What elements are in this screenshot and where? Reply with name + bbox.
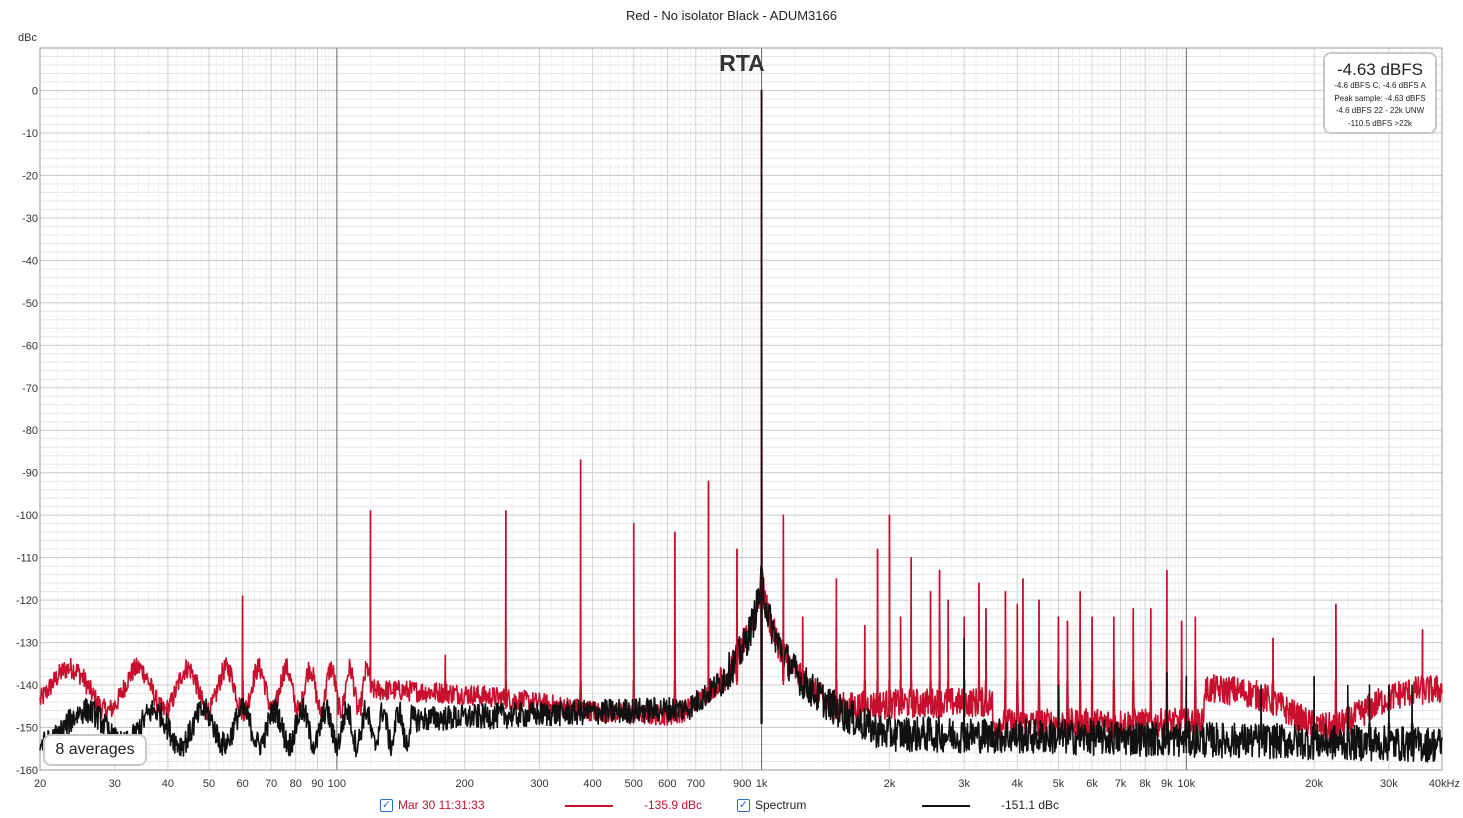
x-tick-label: 900 bbox=[733, 778, 751, 790]
x-tick-label: 700 bbox=[687, 778, 705, 790]
x-tick-label: 30k bbox=[1380, 778, 1398, 790]
x-tick-label: 6k bbox=[1086, 778, 1098, 790]
y-tick-label: -100 bbox=[16, 510, 38, 522]
y-tick-label: -150 bbox=[16, 723, 38, 735]
series1-swatch bbox=[565, 805, 613, 807]
x-tick-label: 80 bbox=[290, 778, 302, 790]
x-tick-label: 7k bbox=[1115, 778, 1127, 790]
level-line: -4.6 dBFS 22 - 22k UNW bbox=[1335, 106, 1425, 115]
y-tick-label: -130 bbox=[16, 638, 38, 650]
y-tick-label: -20 bbox=[22, 170, 38, 182]
y-tick-label: -40 bbox=[22, 255, 38, 267]
series1-value-wrap: -135.9 dBc bbox=[644, 798, 702, 812]
x-tick-label: 20k bbox=[1305, 778, 1323, 790]
spectrum-chart[interactable]: 0 -10 -20 -30 -40 -50 -60 -70 -80 -90 -100 -110 -120… bbox=[0, 0, 1463, 798]
legend: ✓ Mar 30 11:31:33 -135.9 dBc ✓ Spectrum … bbox=[0, 798, 1463, 816]
x-tick-label: 100 bbox=[328, 778, 346, 790]
x-tick-label: 300 bbox=[530, 778, 548, 790]
y-tick-label: -160 bbox=[16, 765, 38, 777]
series2-value-wrap: -151.1 dBc bbox=[1001, 798, 1059, 812]
traces bbox=[39, 89, 1443, 763]
x-tick-labels: 20 30 40 50 60 70 80 90 100 200 300 400 500 600 700 900… bbox=[34, 778, 1460, 790]
x-tick-label: 2k bbox=[884, 778, 896, 790]
y-tick-label: -110 bbox=[17, 553, 38, 565]
averages-badge: 8 averages bbox=[43, 734, 147, 766]
x-tick-label: 8k bbox=[1139, 778, 1151, 790]
x-tick-label: 20 bbox=[34, 778, 46, 790]
series1-swatch-wrap bbox=[565, 805, 613, 807]
y-tick-label: -80 bbox=[22, 425, 38, 437]
legend-item-series1[interactable]: ✓ Mar 30 11:31:33 bbox=[380, 798, 485, 812]
x-tick-label: 10k bbox=[1177, 778, 1195, 790]
y-tick-labels: 0 -10 -20 -30 -40 -50 -60 -70 -80 -90 -100 -110 -120… bbox=[16, 85, 38, 777]
y-tick-label: -50 bbox=[22, 298, 38, 310]
legend-item-series2[interactable]: ✓ Spectrum bbox=[737, 798, 806, 812]
y-tick-label: -140 bbox=[16, 680, 38, 692]
x-tick-label: 40 bbox=[162, 778, 174, 790]
series2-label: Spectrum bbox=[755, 798, 807, 812]
series-black-trace bbox=[39, 89, 1443, 763]
x-tick-label: 1k bbox=[756, 778, 768, 790]
x-tick-label: 600 bbox=[658, 778, 676, 790]
x-tick-label: 9k bbox=[1161, 778, 1173, 790]
x-tick-label: 3k bbox=[958, 778, 970, 790]
level-main-value: -4.63 dBFS bbox=[1337, 60, 1423, 79]
x-tick-label: 4k bbox=[1011, 778, 1023, 790]
series1-label: Mar 30 11:31:33 bbox=[398, 798, 485, 812]
y-tick-label: -70 bbox=[22, 383, 38, 395]
y-tick-label: -10 bbox=[22, 128, 38, 140]
x-tick-label: 30 bbox=[109, 778, 121, 790]
x-tick-label: 40kHz bbox=[1429, 778, 1460, 790]
x-tick-label: 400 bbox=[583, 778, 601, 790]
y-axis-label: dBc bbox=[18, 32, 37, 44]
x-tick-label: 90 bbox=[311, 778, 323, 790]
series2-swatch-wrap bbox=[922, 805, 970, 807]
x-tick-label: 5k bbox=[1053, 778, 1065, 790]
series1-value: -135.9 dBc bbox=[644, 798, 703, 812]
x-tick-label: 200 bbox=[456, 778, 474, 790]
x-tick-label: 70 bbox=[265, 778, 277, 790]
series2-value: -151.1 dBc bbox=[1001, 798, 1060, 812]
level-line: Peak sample: -4.63 dBFS bbox=[1334, 93, 1426, 103]
x-tick-label: 50 bbox=[203, 778, 215, 790]
y-tick-label: 0 bbox=[32, 85, 38, 97]
y-tick-label: -30 bbox=[22, 213, 38, 225]
level-line: -4.6 dBFS C, -4.6 dBFS A bbox=[1334, 81, 1426, 90]
series1-checkbox[interactable]: ✓ bbox=[380, 798, 393, 812]
x-tick-label: 500 bbox=[625, 778, 643, 790]
y-tick-label: -60 bbox=[22, 340, 38, 352]
y-tick-label: -90 bbox=[22, 468, 38, 480]
series2-swatch bbox=[922, 805, 970, 807]
y-tick-label: -120 bbox=[16, 595, 38, 607]
rta-label: RTA bbox=[719, 50, 765, 76]
x-tick-label: 60 bbox=[237, 778, 249, 790]
series2-checkbox[interactable]: ✓ bbox=[737, 798, 750, 812]
level-readout-box: -4.63 dBFS -4.6 dBFS C, -4.6 dBFS A Peak… bbox=[1323, 52, 1437, 134]
level-line: -110.5 dBFS >22k bbox=[1347, 118, 1413, 128]
